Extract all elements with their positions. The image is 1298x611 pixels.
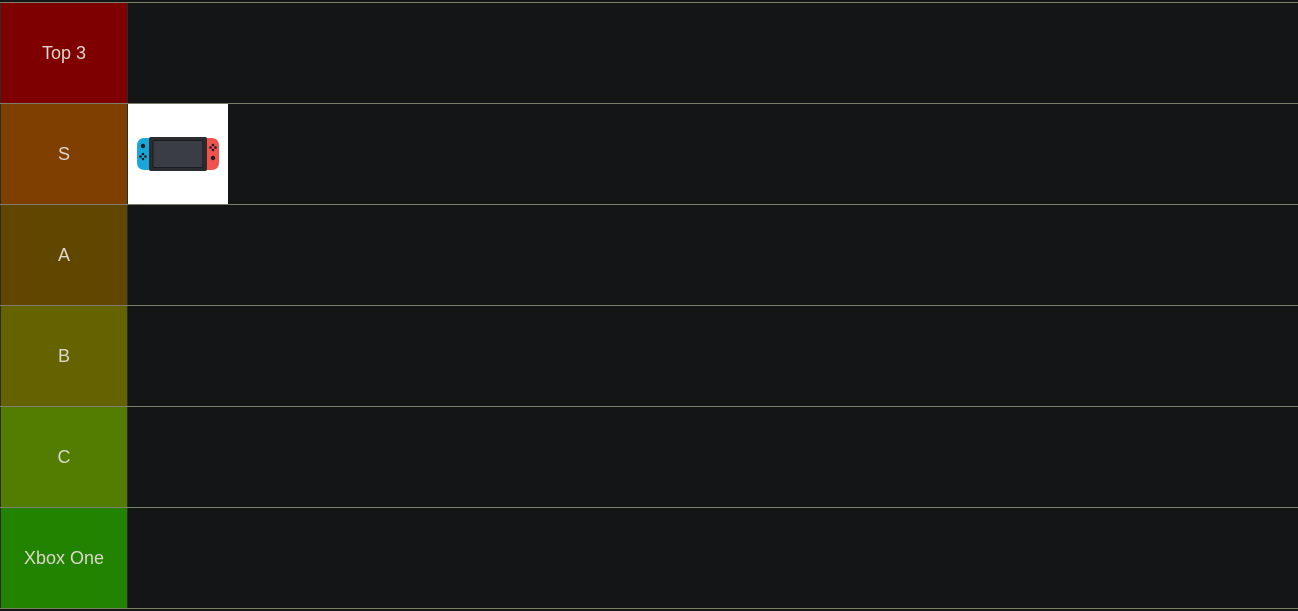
tier-drop-zone-c[interactable]	[128, 407, 1298, 507]
tier-label-s[interactable]: S	[0, 104, 128, 204]
tier-row-top-3: Top 3	[0, 2, 1298, 103]
tier-drop-zone-xbox-one[interactable]	[128, 508, 1298, 608]
tier-drop-zone-a[interactable]	[128, 205, 1298, 305]
tier-drop-zone-s[interactable]	[128, 104, 1298, 204]
tier-item-nintendo-switch[interactable]	[128, 104, 228, 204]
tier-row-s: S	[0, 103, 1298, 204]
tier-drop-zone-b[interactable]	[128, 306, 1298, 406]
tier-drop-zone-top-3[interactable]	[128, 3, 1298, 103]
tier-label-a[interactable]: A	[0, 205, 128, 305]
tier-label-c[interactable]: C	[0, 407, 128, 507]
tier-label-xbox-one[interactable]: Xbox One	[0, 508, 128, 608]
tier-row-a: A	[0, 204, 1298, 305]
tier-row-c: C	[0, 406, 1298, 507]
tier-label-b[interactable]: B	[0, 306, 128, 406]
nintendo-switch-console-icon	[137, 137, 219, 171]
tier-list: Top 3 S A B C Xbox One	[0, 2, 1298, 609]
tier-row-xbox-one: Xbox One	[0, 507, 1298, 609]
tier-label-top-3[interactable]: Top 3	[0, 3, 128, 103]
tier-row-b: B	[0, 305, 1298, 406]
